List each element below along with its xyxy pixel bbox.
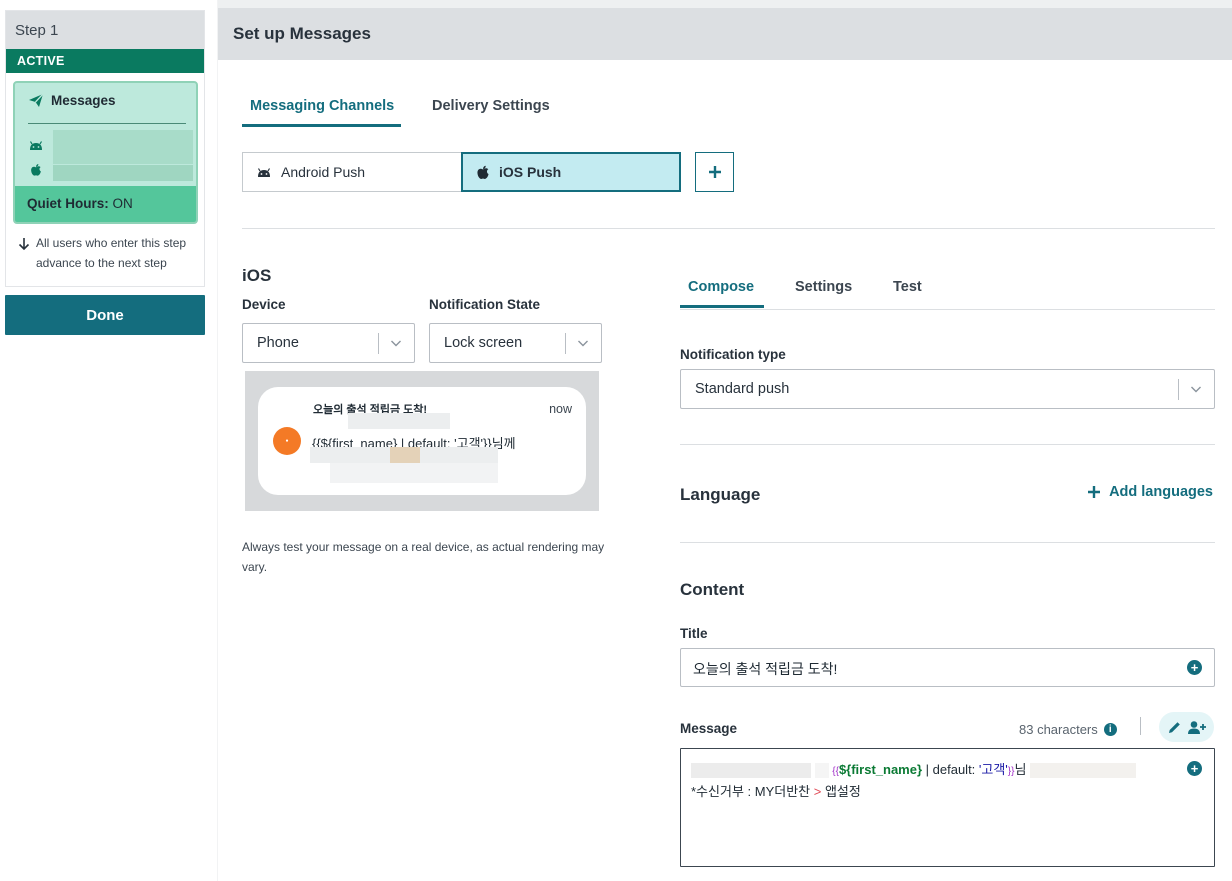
token-default: | default: xyxy=(922,762,979,777)
step-card[interactable]: Step 1 ACTIVE Messages Quiet Hours: ON A… xyxy=(5,10,205,287)
tabs-divider xyxy=(680,309,1215,310)
select-separator xyxy=(565,333,566,354)
top-strip xyxy=(218,0,1232,8)
lock-screen-preview: ● 오늘의 출석 적립금 도착! now {{${first_name} | d… xyxy=(245,371,599,511)
tab-settings[interactable]: Settings xyxy=(795,279,852,295)
android-icon xyxy=(257,168,271,177)
plus-icon xyxy=(1088,486,1101,498)
arrow-down-icon xyxy=(18,238,30,251)
redacted-text xyxy=(348,413,450,429)
redacted-text xyxy=(390,447,420,463)
character-count: 83 characters i xyxy=(1019,722,1117,737)
preview-disclaimer: Always test your message on a real devic… xyxy=(242,540,605,574)
messages-card-label: Messages xyxy=(51,93,116,108)
redacted-text xyxy=(1030,763,1137,779)
section-divider xyxy=(242,228,1215,229)
active-tab-underline xyxy=(242,124,401,127)
message-optout-target: 앱설정 xyxy=(821,784,861,799)
redacted-text xyxy=(330,463,498,483)
main-panel: Set up Messages Messaging Channels Deliv… xyxy=(218,8,1232,881)
preview-timestamp: now xyxy=(549,402,572,416)
message-line-2: *수신거부 : MY더반찬 > 앱설정 xyxy=(691,782,1204,802)
android-icon xyxy=(29,141,43,150)
tab-messaging-channels[interactable]: Messaging Channels xyxy=(250,98,394,114)
add-languages-button[interactable]: Add languages xyxy=(1087,484,1213,500)
apple-icon xyxy=(477,165,489,179)
content-title: Content xyxy=(680,580,745,599)
messages-card-title: Messages xyxy=(28,93,116,108)
notification-state-value: Lock screen xyxy=(444,335,523,351)
channel-android-push[interactable]: Android Push xyxy=(242,152,461,192)
message-line-1: {{${first_name} | default: '고객'}}님 xyxy=(691,760,1204,782)
message-input[interactable]: {{${first_name} | default: '고객'}}님 *수신거부… xyxy=(680,748,1215,867)
redacted-text xyxy=(814,763,829,779)
chevron-down-icon xyxy=(578,340,588,347)
channel-ios-label: iOS Push xyxy=(499,164,562,180)
step-label: Step 1 xyxy=(6,11,204,49)
title-label: Title xyxy=(680,626,708,641)
chevron-down-icon xyxy=(1191,386,1201,393)
tab-test[interactable]: Test xyxy=(893,279,922,295)
notification-type-value: Standard push xyxy=(695,381,790,397)
notification-preview: ● 오늘의 출석 적립금 도착! now {{${first_name} | d… xyxy=(258,387,586,495)
toolbar-separator xyxy=(1140,717,1141,735)
device-label: Device xyxy=(242,297,286,312)
title-input[interactable]: 오늘의 출석 적립금 도착! xyxy=(680,648,1215,687)
select-separator xyxy=(378,333,379,354)
message-optout-text: *수신거부 : MY더반찬 xyxy=(691,784,814,799)
app-icon: ● xyxy=(273,427,301,455)
device-select[interactable]: Phone xyxy=(242,323,415,363)
device-select-value: Phone xyxy=(257,335,299,351)
apple-icon xyxy=(31,164,41,176)
language-title: Language xyxy=(680,485,761,504)
card-divider xyxy=(28,123,186,124)
redacted-ios-preview xyxy=(53,165,193,181)
add-user-icon[interactable] xyxy=(1187,720,1207,735)
character-count-value: 83 characters xyxy=(1019,722,1098,737)
channel-ios-push[interactable]: iOS Push xyxy=(461,152,681,192)
notification-state-select[interactable]: Lock screen xyxy=(429,323,602,363)
pencil-icon[interactable] xyxy=(1167,720,1182,735)
section-divider xyxy=(680,444,1215,445)
add-channel-button[interactable] xyxy=(695,152,734,192)
plus-icon xyxy=(708,166,721,178)
quiet-hours-value: ON xyxy=(112,196,133,211)
step-sidebar: Step 1 ACTIVE Messages Quiet Hours: ON A… xyxy=(0,0,217,881)
section-divider xyxy=(680,542,1215,543)
advance-note: All users who enter this step advance to… xyxy=(18,233,204,273)
title-input-value: 오늘의 출석 적립금 도착! xyxy=(693,661,838,677)
token-open-brace: {{ xyxy=(832,766,839,777)
active-tab-underline xyxy=(680,305,764,308)
quiet-hours-status: Quiet Hours: ON xyxy=(15,186,196,222)
message-label: Message xyxy=(680,721,738,736)
token-suffix: 님 xyxy=(1014,762,1027,777)
token-variable: ${first_name} xyxy=(838,762,923,777)
quiet-hours-label: Quiet Hours: xyxy=(27,196,109,211)
insert-personalization-icon[interactable]: + xyxy=(1187,761,1202,776)
step-status-badge: ACTIVE xyxy=(6,49,204,73)
token-string: '고객' xyxy=(978,762,1008,777)
insert-personalization-icon[interactable]: + xyxy=(1187,660,1202,675)
channel-selector: Android Push iOS Push xyxy=(242,152,681,192)
redacted-android-preview xyxy=(53,130,193,164)
channel-android-label: Android Push xyxy=(281,164,366,180)
preview-section-title: iOS xyxy=(242,266,272,285)
add-languages-label: Add languages xyxy=(1109,484,1213,500)
info-icon[interactable]: i xyxy=(1103,723,1117,736)
tab-delivery-settings[interactable]: Delivery Settings xyxy=(432,98,550,114)
notification-type-select[interactable]: Standard push xyxy=(680,369,1215,409)
notification-type-label: Notification type xyxy=(680,347,786,362)
notification-state-label: Notification State xyxy=(429,297,541,312)
message-tools xyxy=(1159,712,1214,742)
redacted-text xyxy=(691,763,811,779)
tab-compose[interactable]: Compose xyxy=(688,279,754,295)
advance-note-text: All users who enter this step advance to… xyxy=(36,236,187,270)
select-separator xyxy=(1178,379,1179,400)
chevron-down-icon xyxy=(391,340,401,347)
done-button[interactable]: Done xyxy=(5,295,205,335)
page-title: Set up Messages xyxy=(218,8,1232,60)
messages-step-card[interactable]: Messages Quiet Hours: ON xyxy=(13,81,198,224)
send-icon xyxy=(29,93,44,107)
